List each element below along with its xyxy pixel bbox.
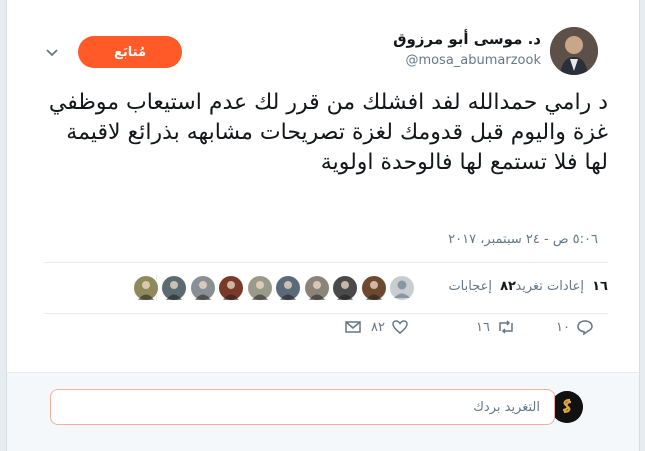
user-avatar[interactable]: [551, 391, 583, 423]
liker-avatars: [132, 275, 415, 301]
tweet-timestamp[interactable]: ٥:٠٦ ص - ٢٤ سبتمبر، ٢٠١٧: [448, 232, 598, 247]
likes-stat[interactable]: ٨٢ إعجابات: [448, 279, 516, 294]
retweets-stat[interactable]: ١٦ إعادات تغريد: [515, 279, 608, 294]
envelope-icon: [344, 318, 362, 336]
stats-bar: ١٦ إعادات تغريد ٨٢ إعجابات: [44, 262, 608, 314]
reply-area: [6, 372, 640, 451]
author-avatar[interactable]: [550, 27, 598, 75]
liker-avatar[interactable]: [389, 275, 415, 301]
likes-count: ٨٢: [500, 279, 516, 294]
like-count: ٨٢: [371, 319, 385, 335]
retweets-label: إعادات تغريد: [515, 279, 584, 294]
chevron-down-icon[interactable]: [44, 44, 60, 60]
liker-avatar[interactable]: [161, 275, 187, 301]
reply-input[interactable]: [50, 389, 555, 425]
liker-avatar[interactable]: [132, 275, 159, 301]
retweet-count: ١٦: [476, 319, 490, 335]
liker-avatar[interactable]: [275, 275, 301, 301]
author-handle[interactable]: @mosa_abumarzook: [405, 53, 541, 68]
liker-avatar[interactable]: [189, 275, 216, 301]
liker-avatar[interactable]: [360, 275, 387, 301]
liker-avatar[interactable]: [218, 275, 244, 301]
heart-icon: [391, 318, 409, 336]
reply-button[interactable]: ١٠: [556, 318, 594, 336]
author-display-name[interactable]: د. موسى أبو مرزوق: [393, 30, 541, 48]
liker-avatar[interactable]: [303, 275, 330, 301]
retweet-icon: [496, 318, 516, 336]
liker-avatar[interactable]: [246, 275, 273, 301]
likes-label: إعجابات: [448, 279, 492, 294]
tweet-text: د رامي حمدالله لفد افشلك من قرر لك عدم ا…: [48, 90, 608, 175]
reply-icon: [576, 318, 594, 336]
reply-count: ١٠: [556, 319, 570, 335]
retweets-count: ١٦: [592, 279, 608, 294]
following-button[interactable]: مُتابَع: [78, 36, 182, 68]
tweet-actions: ١٠ ١٦ ٨٢: [0, 318, 645, 348]
retweet-button[interactable]: ١٦: [476, 318, 516, 336]
liker-avatar[interactable]: [332, 275, 358, 301]
like-button[interactable]: ٨٢: [371, 318, 409, 336]
message-button[interactable]: [344, 318, 362, 336]
